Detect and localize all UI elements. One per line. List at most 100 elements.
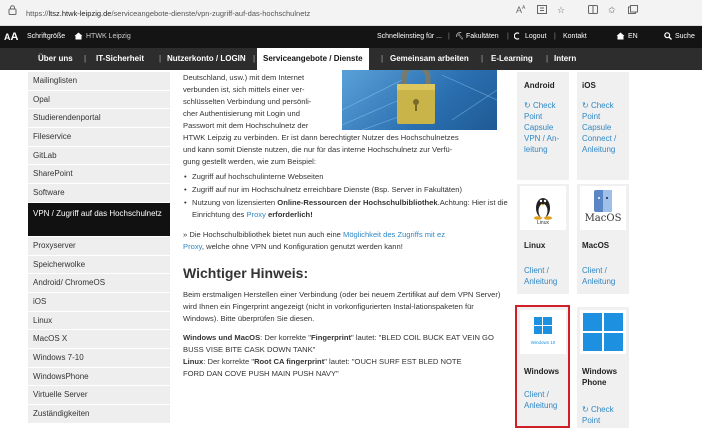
- sidebar-item-opal[interactable]: Opal: [28, 90, 170, 110]
- separator: |: [84, 54, 87, 63]
- checkpoint-icon: ↻: [524, 101, 531, 110]
- sidebar-item-speicherwolke[interactable]: Speicherwolke: [28, 255, 170, 275]
- sidebar-item-sharepoint[interactable]: SharePoint: [28, 165, 170, 185]
- quick-entry-link[interactable]: Schnelleinstieg für ...: [377, 26, 442, 48]
- reader-view-icon[interactable]: [537, 5, 547, 16]
- link-text: Check: [590, 101, 614, 110]
- intro-line: schlüsselten Verbindung und persönli-: [183, 97, 312, 106]
- separator: |: [481, 54, 484, 63]
- faculties-link[interactable]: Fakultäten: [466, 26, 499, 48]
- fingerprint-label: Fingerprint: [310, 333, 352, 342]
- macos-client-link[interactable]: Client / Anleitung: [582, 265, 615, 287]
- link-text: Check: [590, 405, 614, 414]
- link-text: Capsule: [524, 123, 554, 132]
- separator: |: [253, 54, 256, 63]
- sidebar-item-virtual-server[interactable]: Virtuelle Server: [28, 386, 170, 405]
- contact-link[interactable]: Kontakt: [563, 26, 587, 48]
- sidebar-item-windowsphone[interactable]: WindowsPhone: [28, 367, 170, 387]
- windows-highlight-box: [515, 305, 570, 428]
- fingerprint-text: : Der korrekte ": [260, 333, 311, 342]
- home-link[interactable]: HTWK Leipzig: [86, 26, 131, 48]
- list-item: Zugriff auf nur im Hochschulnetz erreich…: [183, 184, 508, 196]
- link-text: Capsule: [582, 123, 612, 132]
- nav-intern[interactable]: Intern: [554, 48, 576, 70]
- favorites-icon[interactable]: ✩: [608, 5, 616, 16]
- nav-about[interactable]: Über uns: [38, 48, 73, 70]
- sidebar-item-fileservice[interactable]: Fileservice: [28, 128, 170, 147]
- intro-line: gung gestellt werden, wie zum Beispiel:: [183, 157, 316, 166]
- windowsphone-title: Windows Phone: [582, 367, 618, 387]
- address-bar[interactable]: https://ltsz.htwk-leipzig.de/serviceange…: [26, 4, 496, 22]
- font-size-icon[interactable]: AA: [4, 26, 18, 48]
- font-size-link[interactable]: Schriftgröße: [27, 26, 65, 48]
- intro-line: verbunden ist, sich mittels einer ver-: [183, 85, 305, 94]
- sidebar-item-windows[interactable]: Windows 7-10: [28, 348, 170, 368]
- ezproxy-link[interactable]: Proxy: [183, 242, 202, 251]
- sidebar-item-android[interactable]: Android/ ChromeOS: [28, 274, 170, 293]
- sidebar-item-proxyserver[interactable]: Proxyserver: [28, 236, 170, 256]
- home-icon[interactable]: [74, 26, 83, 48]
- sidebar-item-software[interactable]: Software: [28, 184, 170, 203]
- sidebar-item-vpn[interactable]: VPN / Zugriff auf das Hochschulnetz: [28, 202, 170, 237]
- android-title: Android: [524, 81, 555, 90]
- nav-collaboration[interactable]: Gemeinsam arbeiten: [390, 48, 469, 70]
- bullet3-text: Nutzung von lizensierten: [192, 198, 278, 207]
- logout-link[interactable]: Logout: [525, 26, 546, 48]
- winmac-label: Windows und MacOS: [183, 333, 261, 342]
- intro-line: cher Authentisierung mit Login und: [183, 109, 300, 118]
- list-item: Nutzung von lizensierten Online-Ressourc…: [183, 197, 508, 221]
- nav-services[interactable]: Serviceangebote / Dienste: [257, 48, 369, 70]
- separator: |: [381, 54, 384, 63]
- linux-client-link[interactable]: Client / Anleitung: [524, 265, 557, 287]
- ios-client-link[interactable]: ↻ Check Point Capsule Connect / Anleitun…: [582, 100, 616, 155]
- windowsphone-client-link[interactable]: ↻ Check Point: [582, 404, 614, 426]
- link-text: leitung: [524, 145, 548, 154]
- split-screen-icon[interactable]: [588, 5, 598, 16]
- sidebar-item-gitlab[interactable]: GitLab: [28, 146, 170, 166]
- sidebar-item-student-portal[interactable]: Studierendenportal: [28, 109, 170, 129]
- lock-icon[interactable]: [8, 5, 17, 17]
- language-link[interactable]: EN: [628, 26, 638, 48]
- fingerprint-text: FORD DAN COVE PUSH MAIN PUSH NAVY": [183, 369, 339, 378]
- search-link[interactable]: Suche: [675, 26, 695, 48]
- checkpoint-icon: ↻: [582, 405, 589, 414]
- macos-icon: MacOS: [580, 186, 626, 230]
- collections-icon[interactable]: [628, 5, 638, 16]
- fingerprint-text: : Der korrekte ": [203, 357, 255, 366]
- faculties-icon: ⛏: [455, 33, 464, 40]
- separator: |: [159, 54, 162, 63]
- sidebar-item-ios[interactable]: iOS: [28, 292, 170, 312]
- link-text: Point: [582, 112, 601, 121]
- linux-icon-caption: Linux: [537, 220, 549, 226]
- favorite-star-icon[interactable]: ☆: [557, 5, 565, 16]
- nav-it-security[interactable]: IT-Sicherheit: [96, 48, 144, 70]
- read-aloud-icon[interactable]: AA: [516, 5, 525, 15]
- android-client-link[interactable]: ↻ Check Point Capsule VPN / An- leitung: [524, 100, 559, 155]
- search-icon[interactable]: [664, 26, 672, 48]
- main-navigation: Über uns | IT-Sicherheit | Nutzerkonto /…: [0, 48, 702, 70]
- ios-title: iOS: [582, 81, 596, 90]
- macos-icon-caption: MacOS: [584, 213, 622, 224]
- sidebar-item-mailinglists[interactable]: Mailinglisten: [28, 72, 170, 91]
- linux-title: Linux: [524, 241, 546, 250]
- sidebar-item-macos[interactable]: MacOS X: [28, 330, 170, 349]
- intro-line: und kann somit Dienste nutzen, die nur f…: [183, 145, 453, 154]
- nav-user-account[interactable]: Nutzerkonto / LOGIN: [167, 48, 246, 70]
- separator: |: [448, 33, 450, 40]
- intro-line: HTWK Leipzig zu verbinden. Er ist dann b…: [183, 133, 459, 142]
- ezproxy-access-link[interactable]: Möglichkeit des Zugriffs mit ez: [343, 230, 445, 239]
- link-text: Connect /: [582, 134, 617, 143]
- library-text: » Die Hochschulbibliothek bietet nun auc…: [183, 230, 343, 239]
- notice-text: Beim erstmaligen Herstellen einer Verbin…: [183, 290, 501, 323]
- list-item: Zugriff auf hochschulinterne Webseiten: [183, 171, 508, 183]
- sidebar-item-responsibilities[interactable]: Zuständigkeiten: [28, 405, 170, 424]
- nav-elearning[interactable]: E-Learning: [491, 48, 533, 70]
- macos-title: MacOS: [582, 241, 610, 250]
- link-text: Anleitung: [582, 277, 616, 286]
- intro-line: Deutschland, usw.) mit dem Internet: [183, 73, 305, 82]
- language-home-icon: [616, 26, 625, 48]
- url-prefix: https://: [26, 8, 49, 18]
- proxy-link[interactable]: Proxy: [246, 210, 265, 219]
- link-text: Anleitung: [582, 145, 616, 154]
- sidebar-item-linux[interactable]: Linux: [28, 311, 170, 331]
